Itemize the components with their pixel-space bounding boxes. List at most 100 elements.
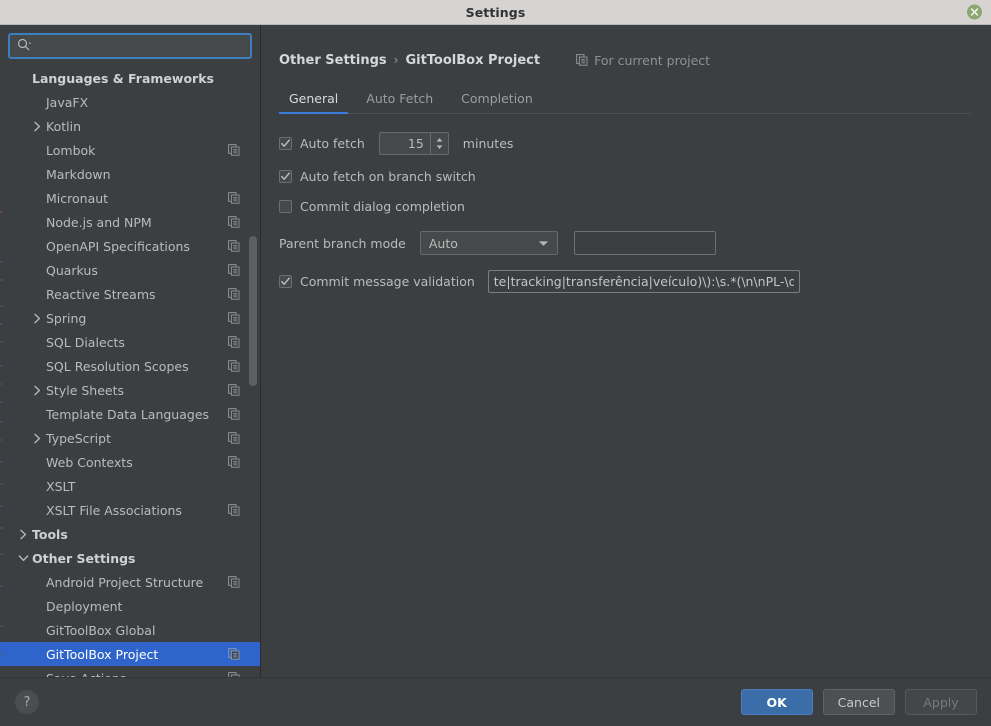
sidebar-item-deployment[interactable]: Deployment: [0, 594, 260, 618]
sidebar-item-label: Node.js and NPM: [46, 214, 152, 230]
project-scope-icon: [228, 360, 240, 372]
search-input[interactable]: [32, 35, 250, 57]
panel-tabs: General Auto Fetch Completion: [279, 87, 971, 114]
tree-edge-marker: [0, 279, 3, 281]
sidebar-item-languages-frameworks[interactable]: Languages & Frameworks: [0, 66, 260, 90]
sidebar-item-label: Style Sheets: [46, 382, 125, 398]
sidebar-item-label: Tools: [32, 526, 68, 542]
sidebar-item-gittoolbox-project[interactable]: GitToolBox Project: [0, 642, 260, 666]
chevron-right-icon[interactable]: [28, 433, 46, 444]
chevron-down-icon[interactable]: [14, 554, 32, 562]
sidebar-item-label: Micronaut: [46, 190, 109, 206]
sidebar-item-save-actions[interactable]: Save Actions: [0, 666, 260, 677]
tree-edge-marker: [0, 211, 3, 213]
auto-fetch-interval-stepper[interactable]: [378, 131, 449, 155]
auto-fetch-checkbox[interactable]: [279, 136, 292, 150]
sidebar-item-label: JavaFX: [46, 94, 89, 110]
sidebar-item-gittoolbox-global[interactable]: GitToolBox Global: [0, 618, 260, 642]
tab-completion[interactable]: Completion: [451, 91, 543, 113]
breadcrumb: Other Settings › GitToolBox Project For …: [279, 51, 971, 69]
tree-edge-marker: [0, 401, 3, 403]
sidebar-item-label: SQL Dialects: [46, 334, 125, 350]
parent-branch-mode-select[interactable]: Auto: [419, 231, 558, 255]
sidebar-item-label: Deployment: [46, 598, 123, 614]
project-scope-icon: [228, 576, 240, 588]
sidebar-item-other-settings[interactable]: Other Settings: [0, 546, 260, 570]
sidebar-item-xslt-file-associations[interactable]: XSLT File Associations: [0, 498, 260, 522]
project-scope-icon: [228, 240, 240, 252]
sidebar-item-tools[interactable]: Tools: [0, 522, 260, 546]
apply-button[interactable]: Apply: [905, 689, 977, 715]
sidebar-item-sql-resolution-scopes[interactable]: SQL Resolution Scopes: [0, 354, 260, 378]
commit-message-validation-input[interactable]: [487, 269, 800, 293]
dialog-footer: ? OK Cancel Apply: [0, 677, 991, 726]
project-scope-icon: [576, 54, 588, 66]
close-icon[interactable]: [967, 4, 982, 20]
tree-edge-marker: [0, 585, 3, 587]
breadcrumb-separator: ›: [393, 53, 399, 67]
sidebar-item-label: Kotlin: [46, 118, 81, 134]
tab-auto-fetch[interactable]: Auto Fetch: [356, 91, 443, 113]
sidebar-item-typescript[interactable]: TypeScript: [0, 426, 260, 450]
sidebar-scrollbar-thumb[interactable]: [249, 236, 257, 386]
sidebar-item-label: Reactive Streams: [46, 286, 156, 302]
spinner-arrows-icon[interactable]: [429, 132, 448, 154]
sidebar-item-quarkus[interactable]: Quarkus: [0, 258, 260, 282]
search-box[interactable]: [8, 33, 252, 59]
sidebar-item-lombok[interactable]: Lombok: [0, 138, 260, 162]
sidebar-item-sql-dialects[interactable]: SQL Dialects: [0, 330, 260, 354]
tree-edge-marker: [0, 323, 3, 325]
parent-branch-mode-label: Parent branch mode: [279, 235, 406, 251]
auto-fetch-branch-switch-checkbox[interactable]: [279, 169, 292, 183]
auto-fetch-row: Auto fetch minutes: [279, 128, 971, 158]
project-scope-icon: [228, 312, 240, 324]
project-scope-icon: [228, 408, 240, 420]
sidebar-item-openapi-specifications[interactable]: OpenAPI Specifications: [0, 234, 260, 258]
commit-message-validation-checkbox[interactable]: [279, 274, 292, 288]
breadcrumb-parent[interactable]: Other Settings: [279, 53, 387, 68]
chevron-down-icon: [538, 240, 549, 247]
sidebar-item-label: Other Settings: [32, 550, 136, 566]
tab-general[interactable]: General: [279, 91, 349, 114]
commit-dialog-completion-checkbox[interactable]: [279, 199, 292, 213]
auto-fetch-interval-input[interactable]: [379, 132, 430, 154]
sidebar-item-label: Languages & Frameworks: [32, 70, 214, 86]
chevron-right-icon[interactable]: [14, 529, 32, 540]
ok-button[interactable]: OK: [740, 689, 813, 715]
tree-edge-markers: [0, 65, 3, 677]
parent-branch-extra-input[interactable]: [573, 231, 716, 255]
settings-sidebar: Languages & Frameworks JavaFX Kotlin Lombok…: [0, 25, 261, 677]
sidebar-item-javafx[interactable]: JavaFX: [0, 90, 260, 114]
sidebar-item-micronaut[interactable]: Micronaut: [0, 186, 260, 210]
sidebar-item-label: XSLT File Associations: [46, 502, 182, 518]
sidebar-item-web-contexts[interactable]: Web Contexts: [0, 450, 260, 474]
footer-buttons: OK Cancel Apply: [740, 689, 977, 715]
help-icon[interactable]: ?: [15, 690, 39, 714]
sidebar-item-android-project-structure[interactable]: Android Project Structure: [0, 570, 260, 594]
sidebar-item-label: Lombok: [46, 142, 96, 158]
chevron-right-icon[interactable]: [28, 121, 46, 132]
sidebar-item-label: Markdown: [46, 166, 111, 182]
settings-tree[interactable]: Languages & Frameworks JavaFX Kotlin Lombok…: [0, 65, 260, 677]
sidebar-item-template-data-languages[interactable]: Template Data Languages: [0, 402, 260, 426]
commit-message-validation-label: Commit message validation: [300, 273, 475, 289]
project-scope-icon: [228, 384, 240, 396]
sidebar-item-style-sheets[interactable]: Style Sheets: [0, 378, 260, 402]
sidebar-item-markdown[interactable]: Markdown: [0, 162, 260, 186]
sidebar-item-reactive-streams[interactable]: Reactive Streams: [0, 282, 260, 306]
sidebar-scrollbar[interactable]: [248, 65, 259, 677]
search-container: [0, 25, 260, 65]
auto-fetch-unit-label: minutes: [462, 135, 514, 151]
auto-fetch-label: Auto fetch: [300, 135, 365, 151]
sidebar-item-node-js-and-npm[interactable]: Node.js and NPM: [0, 210, 260, 234]
sidebar-item-xslt[interactable]: XSLT: [0, 474, 260, 498]
tree-edge-marker: [0, 505, 3, 507]
tree-edge-marker: [0, 527, 3, 529]
sidebar-item-kotlin[interactable]: Kotlin: [0, 114, 260, 138]
sidebar-item-spring[interactable]: Spring: [0, 306, 260, 330]
sidebar-item-label: Web Contexts: [46, 454, 133, 470]
chevron-right-icon[interactable]: [28, 385, 46, 396]
chevron-right-icon[interactable]: [28, 313, 46, 324]
tree-edge-marker: [0, 365, 3, 367]
cancel-button[interactable]: Cancel: [822, 689, 895, 715]
